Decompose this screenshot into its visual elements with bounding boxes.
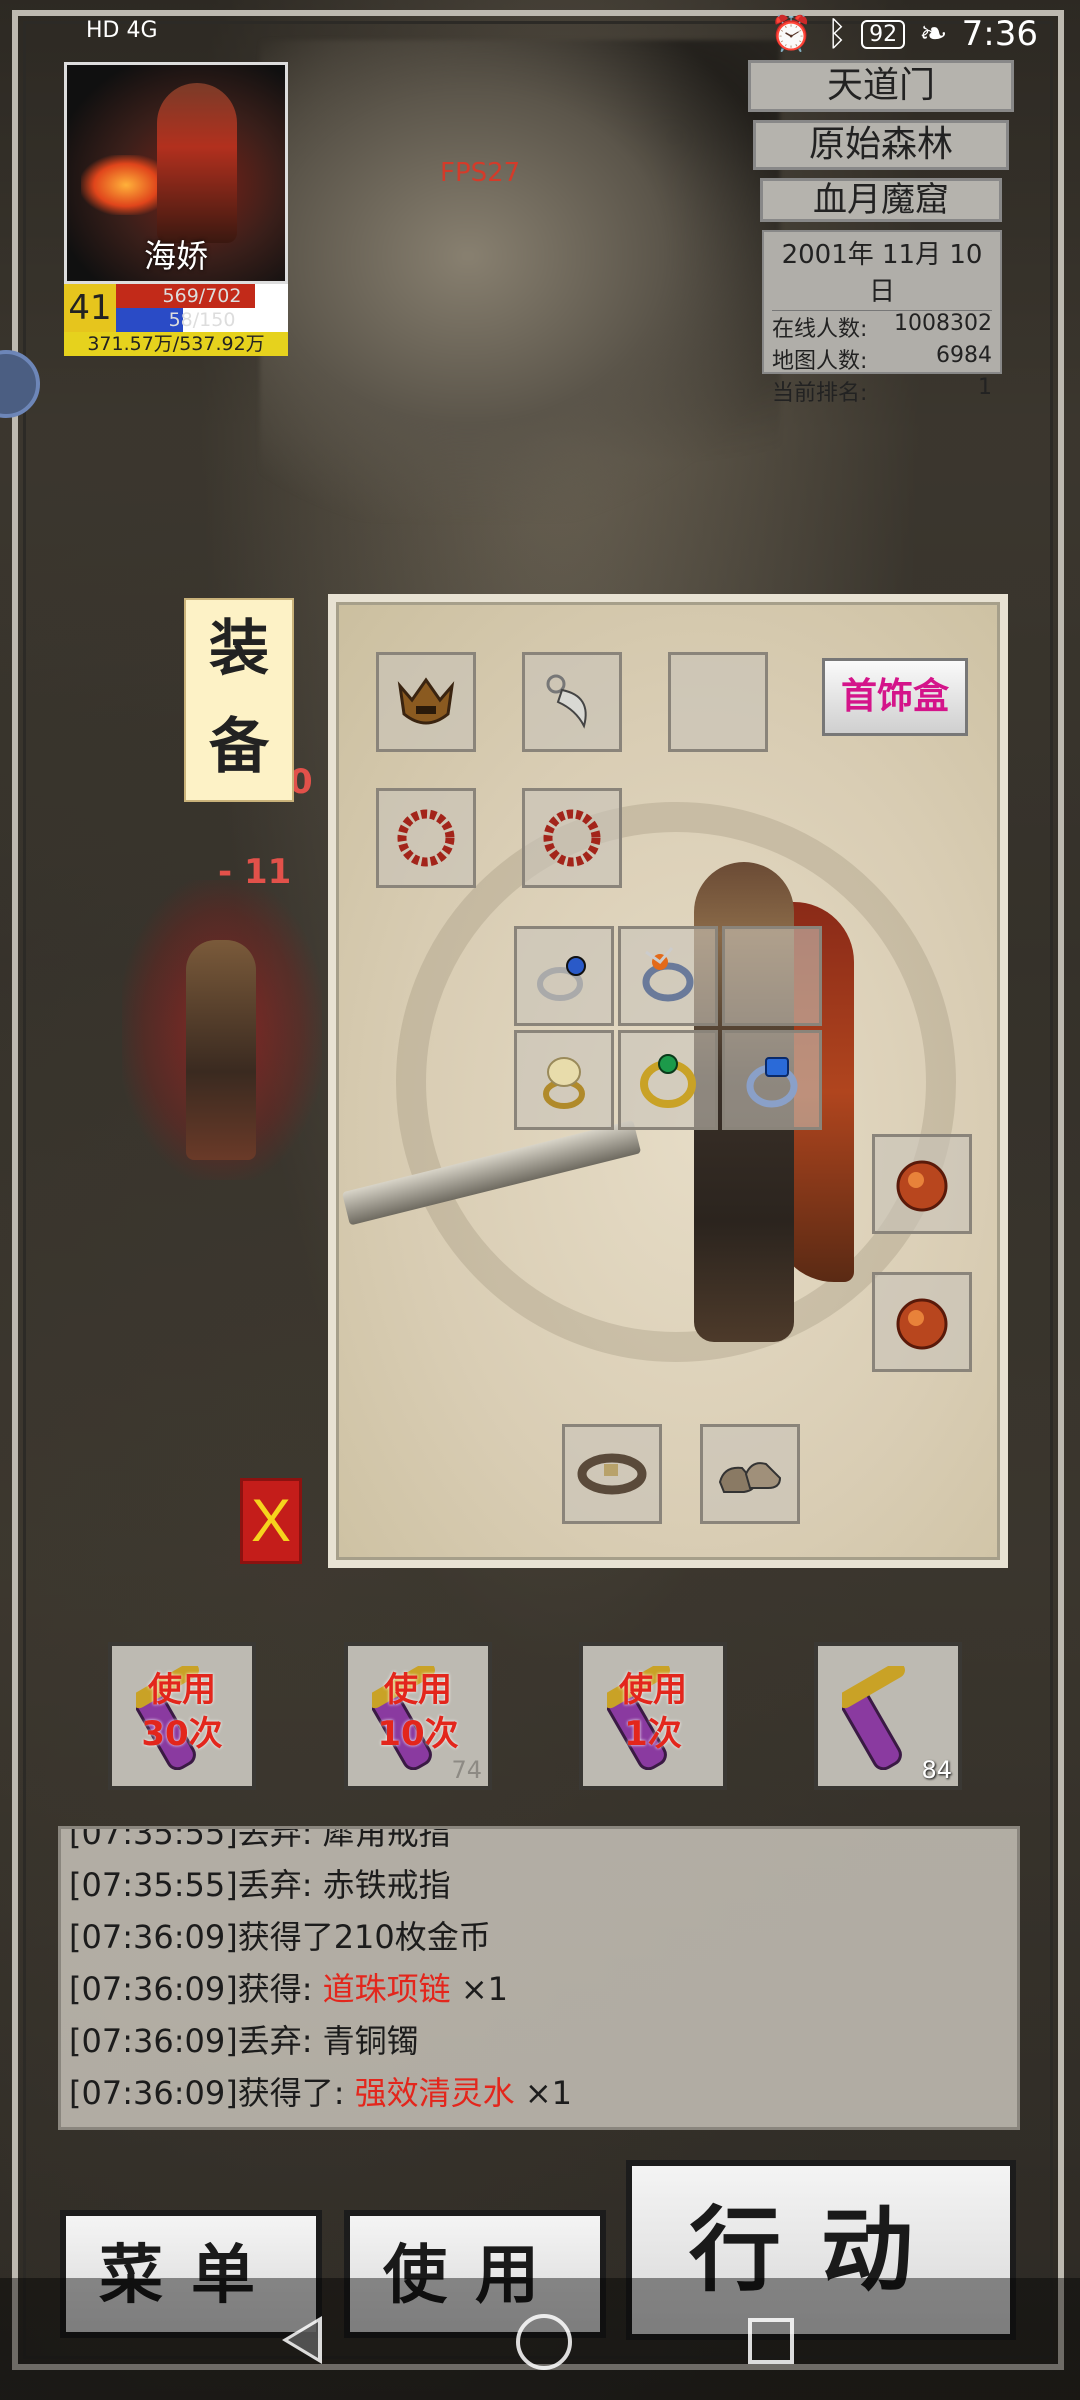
- rank-value: 1: [978, 375, 992, 400]
- battery-indicator: 92: [861, 19, 906, 49]
- mp-bar: 58/150: [116, 308, 288, 332]
- equipment-title: 装 备: [209, 614, 269, 782]
- player-panel[interactable]: 海娇 41 569/702 58/150 371.57万/537.92万: [64, 62, 288, 356]
- quick-item-label: 使用 1次: [619, 1670, 687, 1754]
- hp-text: 569/702: [162, 285, 242, 307]
- gold-bar: 371.57万/537.92万: [64, 332, 288, 356]
- helmet-icon: [397, 677, 455, 725]
- red-gem-icon: [896, 1160, 948, 1212]
- scroll-icon: [842, 1666, 905, 1770]
- quick-item-1[interactable]: 使用 30次: [108, 1642, 256, 1790]
- equipment-tab[interactable]: 装 备: [184, 598, 294, 802]
- area-button[interactable]: 原始森林: [753, 120, 1009, 170]
- recent-apps-icon[interactable]: [748, 2318, 794, 2364]
- ring-slot-2[interactable]: [618, 926, 718, 1026]
- quick-item-label: 使用 10次: [377, 1670, 459, 1754]
- log-line: [07:36:09]获得了: 强效清灵水 ×1: [69, 2074, 573, 2112]
- equipment-panel: 首饰盒: [328, 594, 1008, 1568]
- location-panel: 天道门 原始森林 血月魔窟 2001年 11月 10日 在线人数: 1008302…: [748, 60, 1014, 406]
- boot-slot-top[interactable]: [872, 1134, 972, 1234]
- sapphire-ring-icon: [537, 956, 586, 1001]
- belt-slot[interactable]: [562, 1424, 662, 1524]
- ring-slot-1[interactable]: [514, 926, 614, 1026]
- close-button[interactable]: X: [240, 1478, 302, 1564]
- red-gem-icon: [896, 1298, 948, 1350]
- helmet-slot[interactable]: [376, 652, 476, 752]
- boots-slot[interactable]: [700, 1424, 800, 1524]
- game-date: 2001年 11月 10日: [772, 234, 992, 311]
- pearl-ring-icon: [543, 1057, 585, 1109]
- belt-icon: [577, 1453, 647, 1495]
- log-line: [07:36:09]获得: 道珠项链 ×1: [69, 1970, 509, 2008]
- map-count-value: 6984: [936, 343, 992, 368]
- alarm-icon: ⏰: [770, 14, 813, 54]
- player-figure: [157, 83, 237, 243]
- server-info: 2001年 11月 10日 在线人数: 1008302 地图人数: 6984 当前排…: [762, 230, 1002, 406]
- online-label: 在线人数:: [772, 317, 868, 342]
- enemy-figure: [186, 940, 256, 1160]
- damage-number: - 11: [218, 852, 292, 892]
- blue-gem-ring-icon: [746, 1057, 798, 1108]
- map-count-label: 地图人数:: [772, 349, 868, 374]
- bluetooth-icon: ᛒ: [826, 14, 848, 54]
- shoes-icon: [718, 1462, 782, 1493]
- online-value: 1008302: [894, 311, 992, 336]
- log-line: [07:35:55]丢弃: 赤铁戒指: [69, 1866, 451, 1904]
- leaf-icon: ❧: [919, 14, 948, 54]
- empty-slot[interactable]: [668, 652, 768, 752]
- spiked-ring-icon: [642, 947, 694, 1002]
- sect-button[interactable]: 天道门: [748, 60, 1014, 112]
- fps-counter: FPS27: [440, 158, 521, 188]
- bead-bracelet-icon: [543, 809, 601, 867]
- home-icon[interactable]: [516, 2314, 572, 2370]
- player-name: 海娇: [143, 237, 208, 275]
- quick-item-2[interactable]: 使用 10次 74: [344, 1642, 492, 1790]
- ring-slot-3[interactable]: [722, 926, 822, 1026]
- player-level: 41: [64, 284, 116, 332]
- message-log[interactable]: [07:35:55]丢弃: 犀角戒指 [07:35:55]丢弃: 赤铁戒指 [0…: [58, 1826, 1020, 2130]
- back-icon[interactable]: [282, 2316, 322, 2364]
- quick-item-4[interactable]: 84: [814, 1642, 962, 1790]
- log-line: [07:36:09]丢弃: 青铜镯: [69, 2022, 419, 2060]
- ring-slot-6[interactable]: [722, 1030, 822, 1130]
- quick-item-3[interactable]: 使用 1次: [579, 1642, 727, 1790]
- quick-item-count: 74: [451, 1756, 482, 1784]
- fang-necklace-icon: [546, 674, 587, 729]
- enemy-character[interactable]: [122, 880, 322, 1180]
- rank-label: 当前排名:: [772, 381, 868, 406]
- quick-item-label: 使用 30次: [141, 1670, 223, 1754]
- bead-bracelet-icon: [397, 809, 455, 867]
- clock: 7:36: [961, 14, 1038, 54]
- necklace-slot[interactable]: [522, 652, 622, 752]
- log-line: [07:35:55]丢弃: 犀角戒指: [69, 1826, 451, 1852]
- log-line: [07:36:09]获得了210枚金币: [69, 1918, 491, 1956]
- bracelet-slot-left[interactable]: [376, 788, 476, 888]
- bracelet-slot-right[interactable]: [522, 788, 622, 888]
- emerald-ring-icon: [640, 1054, 696, 1108]
- ring-slot-5[interactable]: [618, 1030, 718, 1130]
- player-portrait[interactable]: 海娇: [64, 62, 288, 284]
- mp-text: 58/150: [168, 309, 236, 331]
- quick-item-count: 84: [921, 1756, 952, 1784]
- map-button[interactable]: 血月魔窟: [760, 178, 1002, 222]
- ring-slot-4[interactable]: [514, 1030, 614, 1130]
- network-indicator: HD 4G: [86, 18, 158, 43]
- hp-bar: 569/702: [116, 284, 288, 308]
- jewelry-box-button[interactable]: 首饰盒: [822, 658, 968, 736]
- gem-slot-bottom[interactable]: [872, 1272, 972, 1372]
